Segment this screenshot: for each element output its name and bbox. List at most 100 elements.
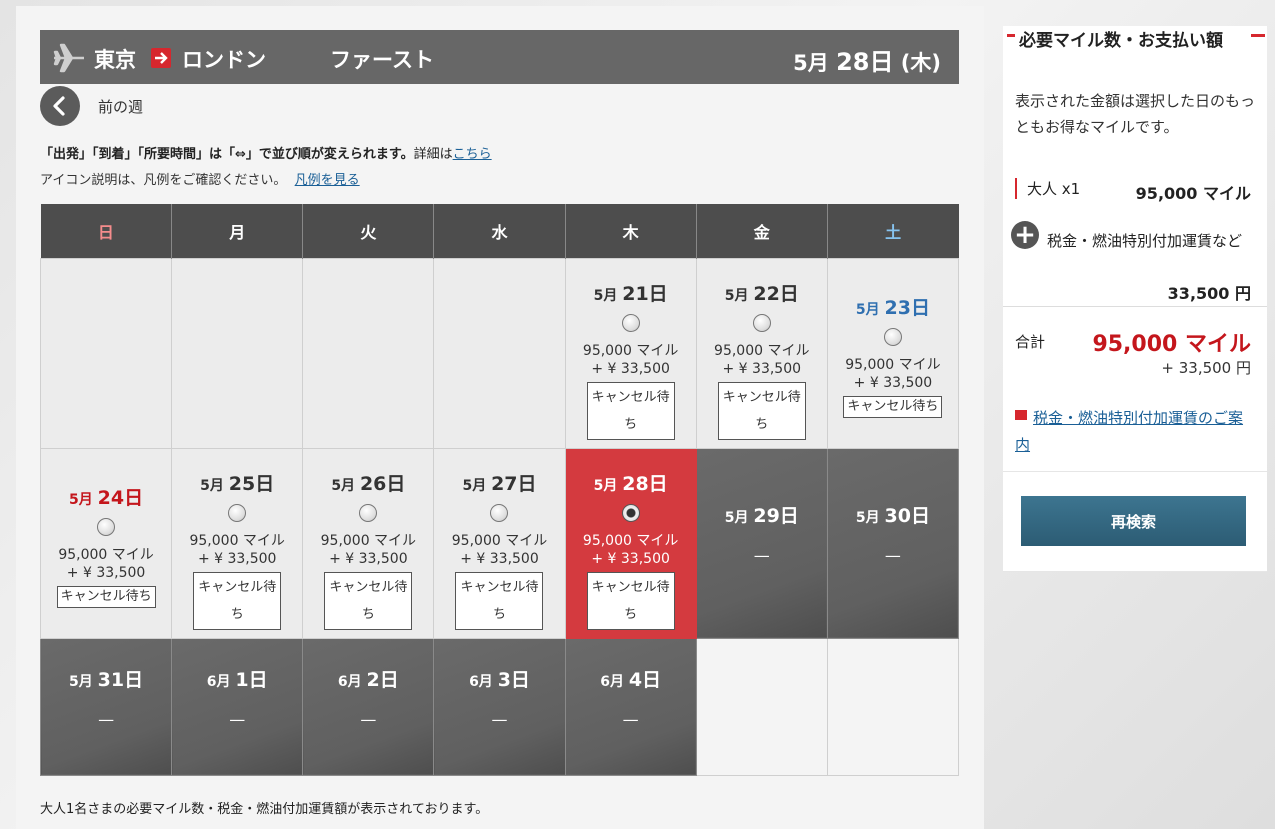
route-header: 東京 ロンドン ファースト 5月 28日 (木) [40, 30, 959, 84]
day-cell-5-26[interactable]: 5月 26日 95,000 マイル + ¥ 33,500 キャンセル待ち [302, 447, 435, 639]
summary-title: 必要マイル数・お支払い額 [1019, 31, 1223, 51]
day-radio[interactable] [752, 313, 771, 332]
tax-info-link[interactable]: 税金・燃油特別付加運賃のご案内 [1015, 405, 1255, 459]
total-miles: 95,000 マイル [1092, 332, 1251, 357]
total-yen: + 33,500 円 [1161, 359, 1251, 377]
summary-description: 表示された金額は選択した日のもっともお得なマイルです。 [1015, 92, 1256, 136]
divider [1003, 306, 1267, 307]
passenger-label: 大人 x1 [1015, 178, 1080, 199]
day-date: 5月 26日 [331, 472, 406, 495]
calendar-empty-cell [171, 257, 304, 449]
day-cell-5-31-unavailable: 5月 31日 — [39, 637, 173, 776]
day-radio[interactable] [97, 517, 116, 536]
fare-calendar: 日 月 火 水 木 金 土 5月 21日 95,000 マイル + ¥ 33,5… [39, 204, 960, 776]
prev-week-label[interactable]: 前の週 [98, 96, 143, 117]
day-cell-5-21[interactable]: 5月 21日 95,000 マイル + ¥ 33,500 キャンセル待ち [564, 257, 697, 449]
passenger-miles: 95,000 マイル [1135, 184, 1251, 203]
origin-city: 東京 [94, 48, 136, 72]
weekday-mon: 月 [171, 204, 304, 258]
day-radio[interactable] [228, 503, 247, 522]
day-radio-selected[interactable] [621, 503, 640, 522]
airplane-icon [53, 43, 84, 73]
total-label: 合計 [1015, 333, 1046, 351]
waitlist-badge: キャンセル待ち [324, 571, 413, 630]
price-miles: 95,000 マイル [451, 532, 548, 549]
legend-note: アイコン説明は、凡例をご確認ください。 凡例を見る [40, 173, 360, 188]
unavailable-dash: — [884, 545, 901, 565]
day-cell-5-25[interactable]: 5月 25日 95,000 マイル + ¥ 33,500 キャンセル待ち [171, 447, 304, 639]
unavailable-dash: — [491, 709, 508, 729]
day-date: 5月 27日 [462, 472, 537, 495]
day-cell-5-29-unavailable: 5月 29日 — [695, 447, 828, 639]
day-cell-5-24[interactable]: 5月 24日 95,000 マイル + ¥ 33,500 キャンセル待ち [39, 447, 173, 639]
selected-date: 5月 28日 (木) [793, 48, 941, 76]
calendar-week-row: 5月 24日 95,000 マイル + ¥ 33,500 キャンセル待ち 5月 … [39, 447, 960, 639]
calendar-week-row: 5月 21日 95,000 マイル + ¥ 33,500 キャンセル待ち 5月 … [39, 257, 960, 449]
day-date: 6月 1日 [206, 668, 268, 691]
day-radio[interactable] [883, 327, 902, 346]
weekday-fri: 金 [696, 204, 828, 258]
destination-city: ロンドン [182, 48, 266, 72]
price-yen: + ¥ 33,500 [460, 550, 539, 567]
waitlist-badge: キャンセル待ち [193, 571, 282, 630]
footer-note: 大人1名さまの必要マイル数・税金・燃油付加運賃額が表示されております。 [40, 802, 489, 817]
price-miles: 95,000 マイル [320, 532, 417, 549]
day-cell-5-23[interactable]: 5月 23日 95,000 マイル + ¥ 33,500 キャンセル待ち [826, 257, 960, 449]
price-yen: + ¥ 33,500 [722, 360, 802, 377]
day-cell-5-27[interactable]: 5月 27日 95,000 マイル + ¥ 33,500 キャンセル待ち [433, 447, 566, 639]
price-miles: 95,000 マイル [582, 342, 679, 359]
weekday-sun: 日 [40, 204, 173, 258]
waitlist-badge: キャンセル待ち [455, 571, 544, 630]
weekday-thu: 木 [565, 204, 697, 258]
price-yen: + ¥ 33,500 [591, 360, 670, 377]
calendar-week-row: 5月 31日 — 6月 1日 — 6月 2日 — 6月 3日 — 6月 4日 — [39, 637, 960, 776]
waitlist-badge: キャンセル待ち [56, 585, 156, 608]
unavailable-dash: — [360, 709, 377, 729]
unavailable-dash: — [98, 709, 115, 729]
chevron-left-icon [53, 96, 65, 116]
calendar-empty-cell [39, 257, 173, 449]
day-date: 5月 25日 [200, 472, 275, 495]
price-yen: + ¥ 33,500 [329, 550, 408, 567]
day-date: 5月 30日 [855, 504, 930, 527]
price-yen: + ¥ 33,500 [66, 564, 146, 581]
calendar-empty-cell [826, 637, 960, 776]
weekday-sat: 土 [827, 204, 959, 258]
day-cell-6-4-unavailable: 6月 4日 — [564, 637, 697, 776]
day-date: 5月 21日 [593, 282, 668, 305]
tax-amount: 33,500 円 [1167, 284, 1251, 303]
price-yen: + ¥ 33,500 [591, 550, 670, 567]
weekday-wed: 水 [433, 204, 566, 258]
price-miles: 95,000 マイル [189, 532, 285, 549]
day-radio[interactable] [359, 503, 378, 522]
day-cell-5-30-unavailable: 5月 30日 — [826, 447, 960, 639]
day-cell-5-22[interactable]: 5月 22日 95,000 マイル + ¥ 33,500 キャンセル待ち [695, 257, 828, 449]
calendar-empty-cell [302, 257, 435, 449]
day-radio[interactable] [621, 313, 640, 332]
day-date: 5月 24日 [69, 486, 144, 509]
waitlist-badge: キャンセル待ち [717, 381, 806, 440]
legend-link[interactable]: 凡例を見る [295, 173, 360, 188]
calendar-empty-cell [695, 637, 828, 776]
sort-note: 「出発」「到着」「所要時間」は「⇔」で並び順が変えられます。詳細はこちら [40, 147, 492, 162]
calendar-empty-cell [433, 257, 566, 449]
payment-summary-panel: 必要マイル数・お支払い額 表示された金額は選択した日のもっともお得なマイルです。… [1003, 26, 1267, 572]
prev-week-button[interactable] [40, 86, 80, 126]
waitlist-badge: キャンセル待ち [586, 381, 675, 440]
price-miles: 95,000 マイル [845, 356, 941, 373]
day-date: 5月 28日 [593, 472, 668, 495]
title-accent-left [1007, 34, 1015, 37]
plus-circle-icon[interactable]: + [1011, 221, 1039, 249]
day-cell-5-28-selected[interactable]: 5月 28日 95,000 マイル + ¥ 33,500 キャンセル待ち [564, 447, 697, 639]
divider [1003, 571, 1267, 572]
waitlist-badge: キャンセル待ち [843, 395, 943, 418]
waitlist-badge: キャンセル待ち [586, 571, 675, 630]
price-miles: 95,000 マイル [582, 532, 679, 549]
day-radio[interactable] [490, 503, 509, 522]
day-date: 6月 3日 [469, 668, 530, 691]
price-miles: 95,000 マイル [58, 546, 154, 563]
day-date: 5月 23日 [855, 296, 930, 319]
research-button[interactable]: 再検索 [1021, 496, 1246, 546]
main-panel: 東京 ロンドン ファースト 5月 28日 (木) 前の週 「出発」「到着」「所要… [16, 6, 984, 829]
detail-link[interactable]: こちら [453, 147, 492, 162]
